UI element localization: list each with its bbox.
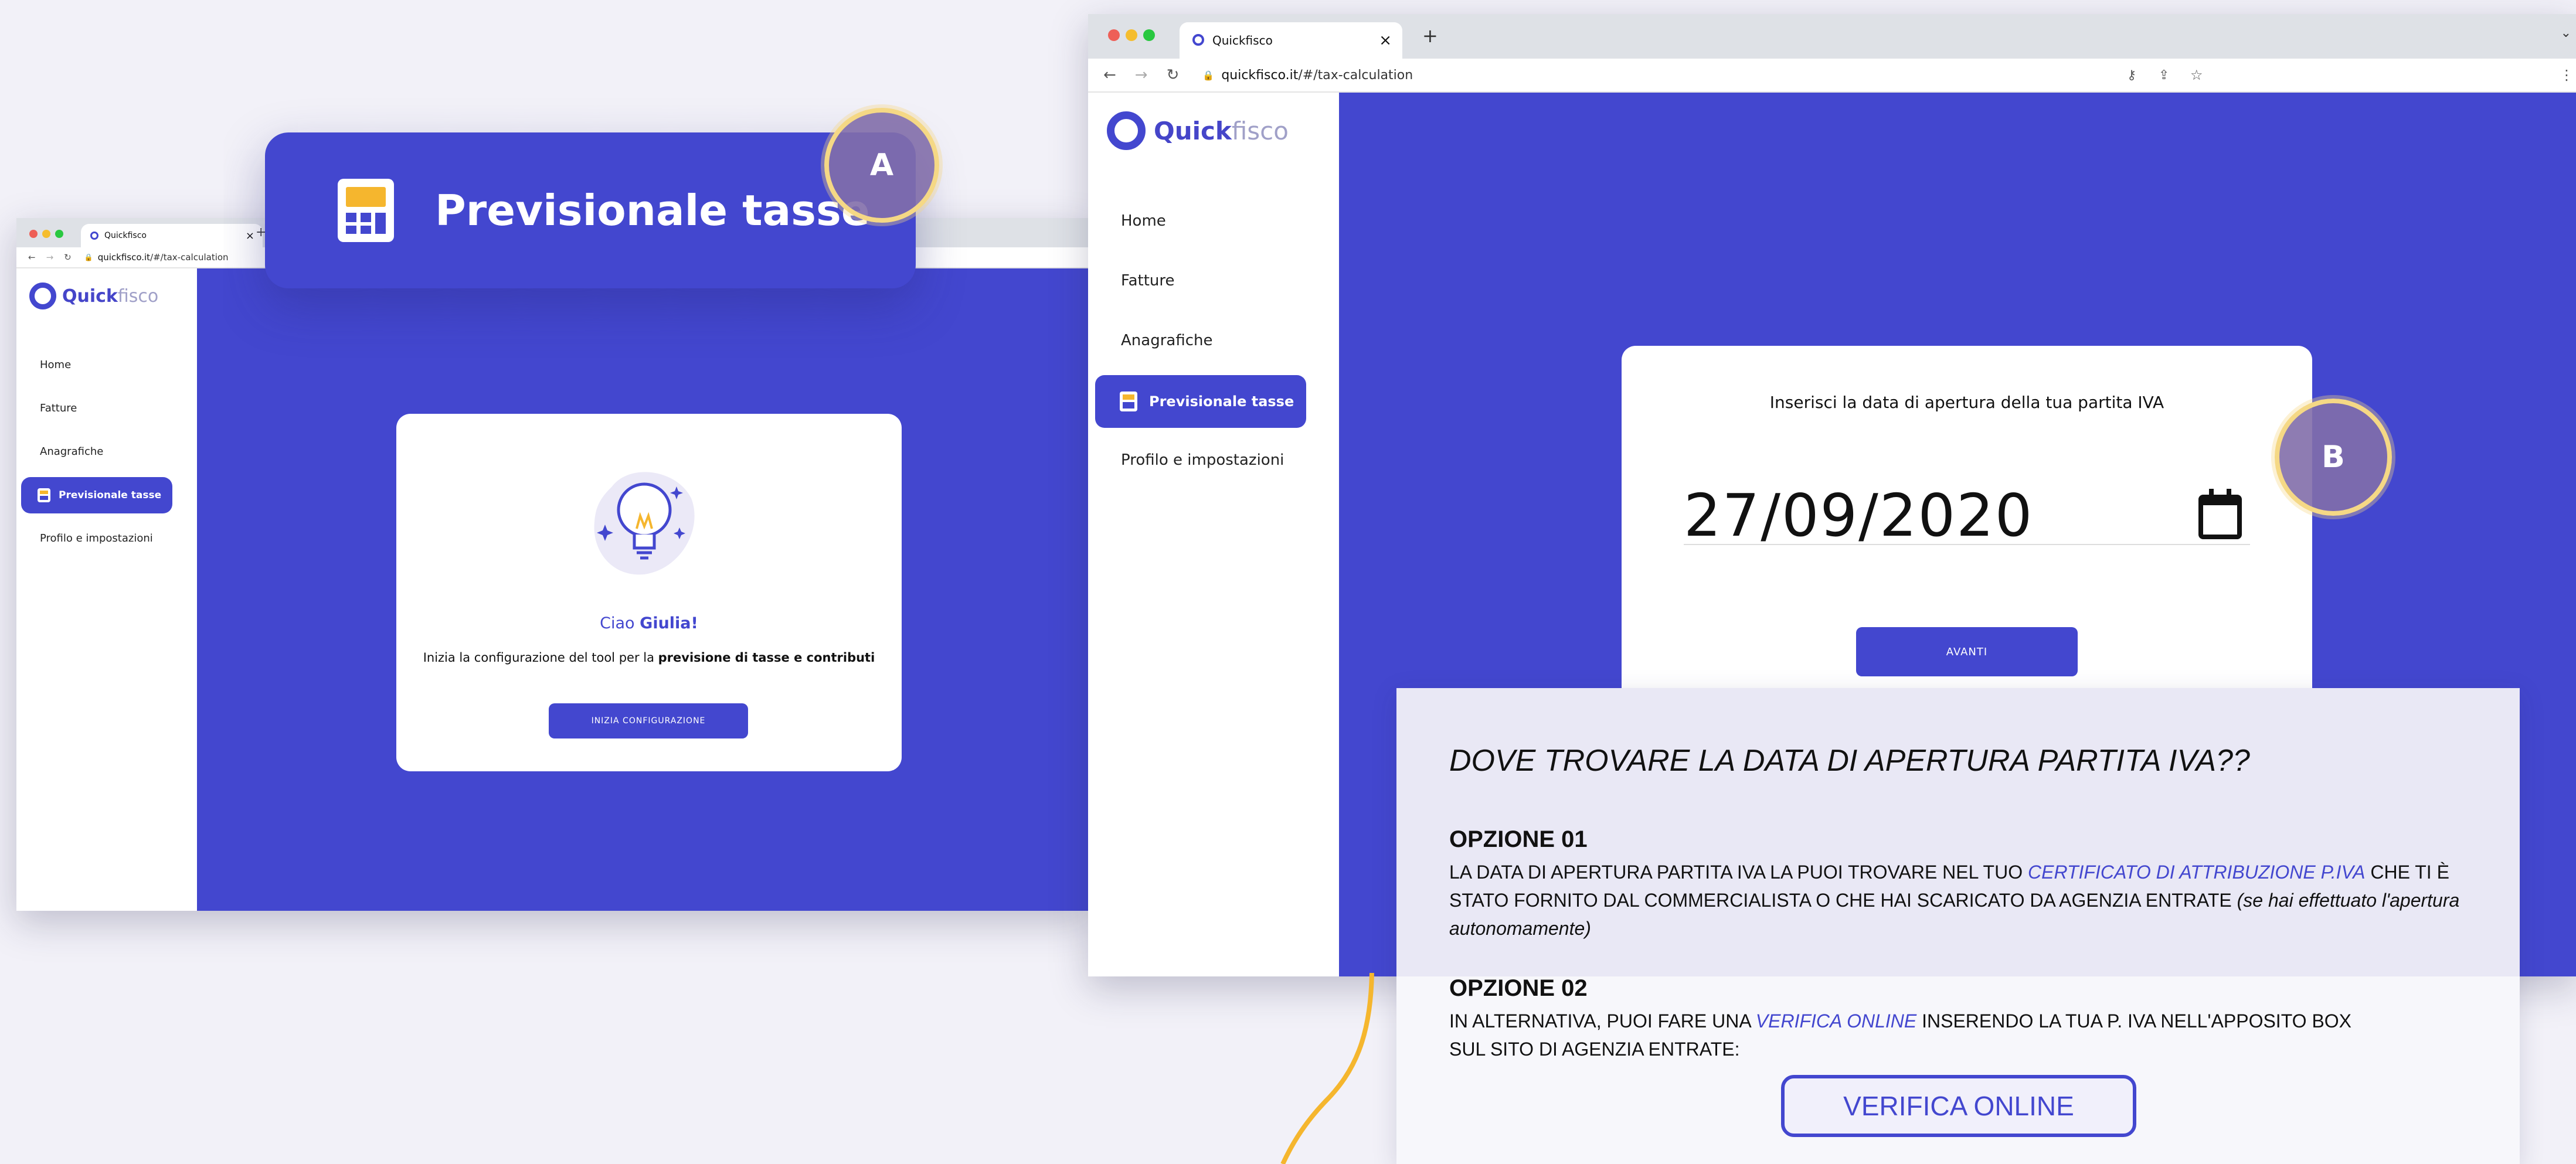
- start-configuration-button[interactable]: INIZIA CONFIGURAZIONE: [549, 703, 748, 738]
- back-icon[interactable]: ←: [1103, 66, 1116, 84]
- sidebar: Quickfisco Home Fatture Anagrafiche Prev…: [1088, 93, 1339, 976]
- date-input[interactable]: 27/09/2020: [1684, 486, 2250, 545]
- browser-tab[interactable]: Quickfisco ×: [81, 224, 263, 247]
- close-tab-icon[interactable]: ×: [1379, 32, 1392, 49]
- lock-icon: 🔒: [1202, 69, 1215, 81]
- logo-icon: [29, 283, 56, 309]
- online-check-link[interactable]: VERIFICA ONLINE: [1756, 1010, 1916, 1032]
- date-prompt: Inserisci la data di apertura della tua …: [1769, 393, 2164, 412]
- callout-label: Previsionale tasse: [435, 186, 870, 235]
- verify-online-button[interactable]: VERIFICA ONLINE: [1781, 1075, 2136, 1137]
- marker-a: A: [824, 108, 939, 223]
- maximize-window-dot[interactable]: [55, 230, 63, 238]
- back-icon[interactable]: ←: [28, 252, 36, 263]
- reload-icon[interactable]: ↻: [64, 252, 72, 263]
- tab-bar: Quickfisco × + ⌄: [1088, 14, 2576, 59]
- certificate-link[interactable]: CERTIFICATO DI ATTRIBUZIONE P.IVA: [2028, 862, 2366, 883]
- greeting: Ciao Giulia!: [600, 614, 698, 632]
- calculator-icon: [1120, 392, 1137, 411]
- date-value: 27/09/2020: [1684, 481, 2034, 550]
- sidebar-item-previsionale-tasse[interactable]: Previsionale tasse: [1095, 375, 1306, 428]
- tab-favicon-icon: [90, 232, 98, 240]
- minimize-window-dot[interactable]: [1126, 29, 1137, 41]
- sidebar-item-fatture[interactable]: Fatture: [40, 402, 77, 414]
- close-window-dot[interactable]: [1108, 29, 1120, 41]
- marker-b: B: [2275, 399, 2392, 516]
- bookmark-star-icon[interactable]: ☆: [2190, 67, 2203, 83]
- sidebar-item-anagrafiche[interactable]: Anagrafiche: [40, 445, 103, 458]
- logo-icon: [1107, 111, 1146, 150]
- option-02-text: IN ALTERNATIVA, PUOI FARE UNA VERIFICA O…: [1449, 1010, 2352, 1060]
- tab-list-chevron-icon[interactable]: ⌄: [2561, 26, 2571, 40]
- lightbulb-illustration: [589, 463, 700, 577]
- info-title: DOVE TROVARE LA DATA DI APERTURA PARTITA…: [1449, 744, 2250, 778]
- option-02-title: OPZIONE 02: [1449, 975, 1588, 1001]
- tab-favicon-icon: [1192, 34, 1204, 46]
- option-01-text: LA DATA DI APERTURA PARTITA IVA LA PUOI …: [1449, 862, 2460, 939]
- forward-icon[interactable]: →: [1135, 66, 1148, 84]
- lock-icon: 🔒: [84, 253, 93, 261]
- date-card: Inserisci la data di apertura della tua …: [1622, 346, 2312, 736]
- sidebar-item-profilo[interactable]: Profilo e impostazioni: [40, 532, 153, 544]
- tab-title: Quickfisco: [104, 231, 147, 240]
- new-tab-icon[interactable]: +: [1422, 25, 1438, 47]
- connector-line: [1280, 973, 1374, 1164]
- tab-title: Quickfisco: [1212, 33, 1273, 47]
- calculator-icon: [338, 179, 394, 242]
- info-panel: DOVE TROVARE LA DATA DI APERTURA PARTITA…: [1396, 688, 2520, 1164]
- key-icon[interactable]: ⚷: [2127, 68, 2136, 83]
- quickfisco-logo: Quickfisco: [29, 283, 158, 309]
- close-window-dot[interactable]: [29, 230, 38, 238]
- sidebar: Quickfisco Home Fatture Anagrafiche Prev…: [16, 268, 197, 911]
- browser-tab[interactable]: Quickfisco ×: [1180, 22, 1402, 59]
- sidebar-item-profilo[interactable]: Profilo e impostazioni: [1121, 451, 1284, 469]
- previsionale-tasse-callout: Previsionale tasse: [265, 132, 916, 288]
- address-bar: ← → ↻ 🔒 quickfisco.it/#/tax-calculation …: [1088, 59, 2576, 93]
- reload-icon[interactable]: ↻: [1167, 66, 1180, 84]
- url-field[interactable]: quickfisco.it/#/tax-calculation: [1221, 68, 1413, 83]
- sidebar-item-home[interactable]: Home: [1121, 212, 1166, 230]
- option-01-title: OPZIONE 01: [1449, 826, 1588, 852]
- calendar-icon[interactable]: [2198, 489, 2242, 539]
- close-tab-icon[interactable]: ×: [246, 230, 254, 242]
- sidebar-item-home[interactable]: Home: [40, 359, 71, 371]
- sidebar-item-previsionale-tasse[interactable]: Previsionale tasse: [21, 477, 172, 513]
- sidebar-item-fatture[interactable]: Fatture: [1121, 272, 1174, 290]
- intro-text: Inizia la configurazione del tool per la…: [423, 651, 875, 665]
- next-button[interactable]: AVANTI: [1856, 627, 2078, 676]
- left-browser-window: Quickfisco × + ← → ↻ 🔒 quickfisco.it/#/t…: [16, 218, 1089, 911]
- url-field[interactable]: quickfisco.it/#/tax-calculation: [98, 252, 229, 263]
- welcome-card: Ciao Giulia! Inizia la configurazione de…: [396, 414, 902, 771]
- forward-icon[interactable]: →: [46, 252, 54, 263]
- sidebar-item-anagrafiche[interactable]: Anagrafiche: [1121, 332, 1212, 349]
- calculator-icon: [38, 488, 50, 502]
- share-icon[interactable]: ⇪: [2159, 68, 2169, 83]
- maximize-window-dot[interactable]: [1143, 29, 1155, 41]
- quickfisco-logo: Quickfisco: [1107, 111, 1289, 150]
- menu-icon[interactable]: ⋮: [2560, 67, 2574, 83]
- minimize-window-dot[interactable]: [42, 230, 50, 238]
